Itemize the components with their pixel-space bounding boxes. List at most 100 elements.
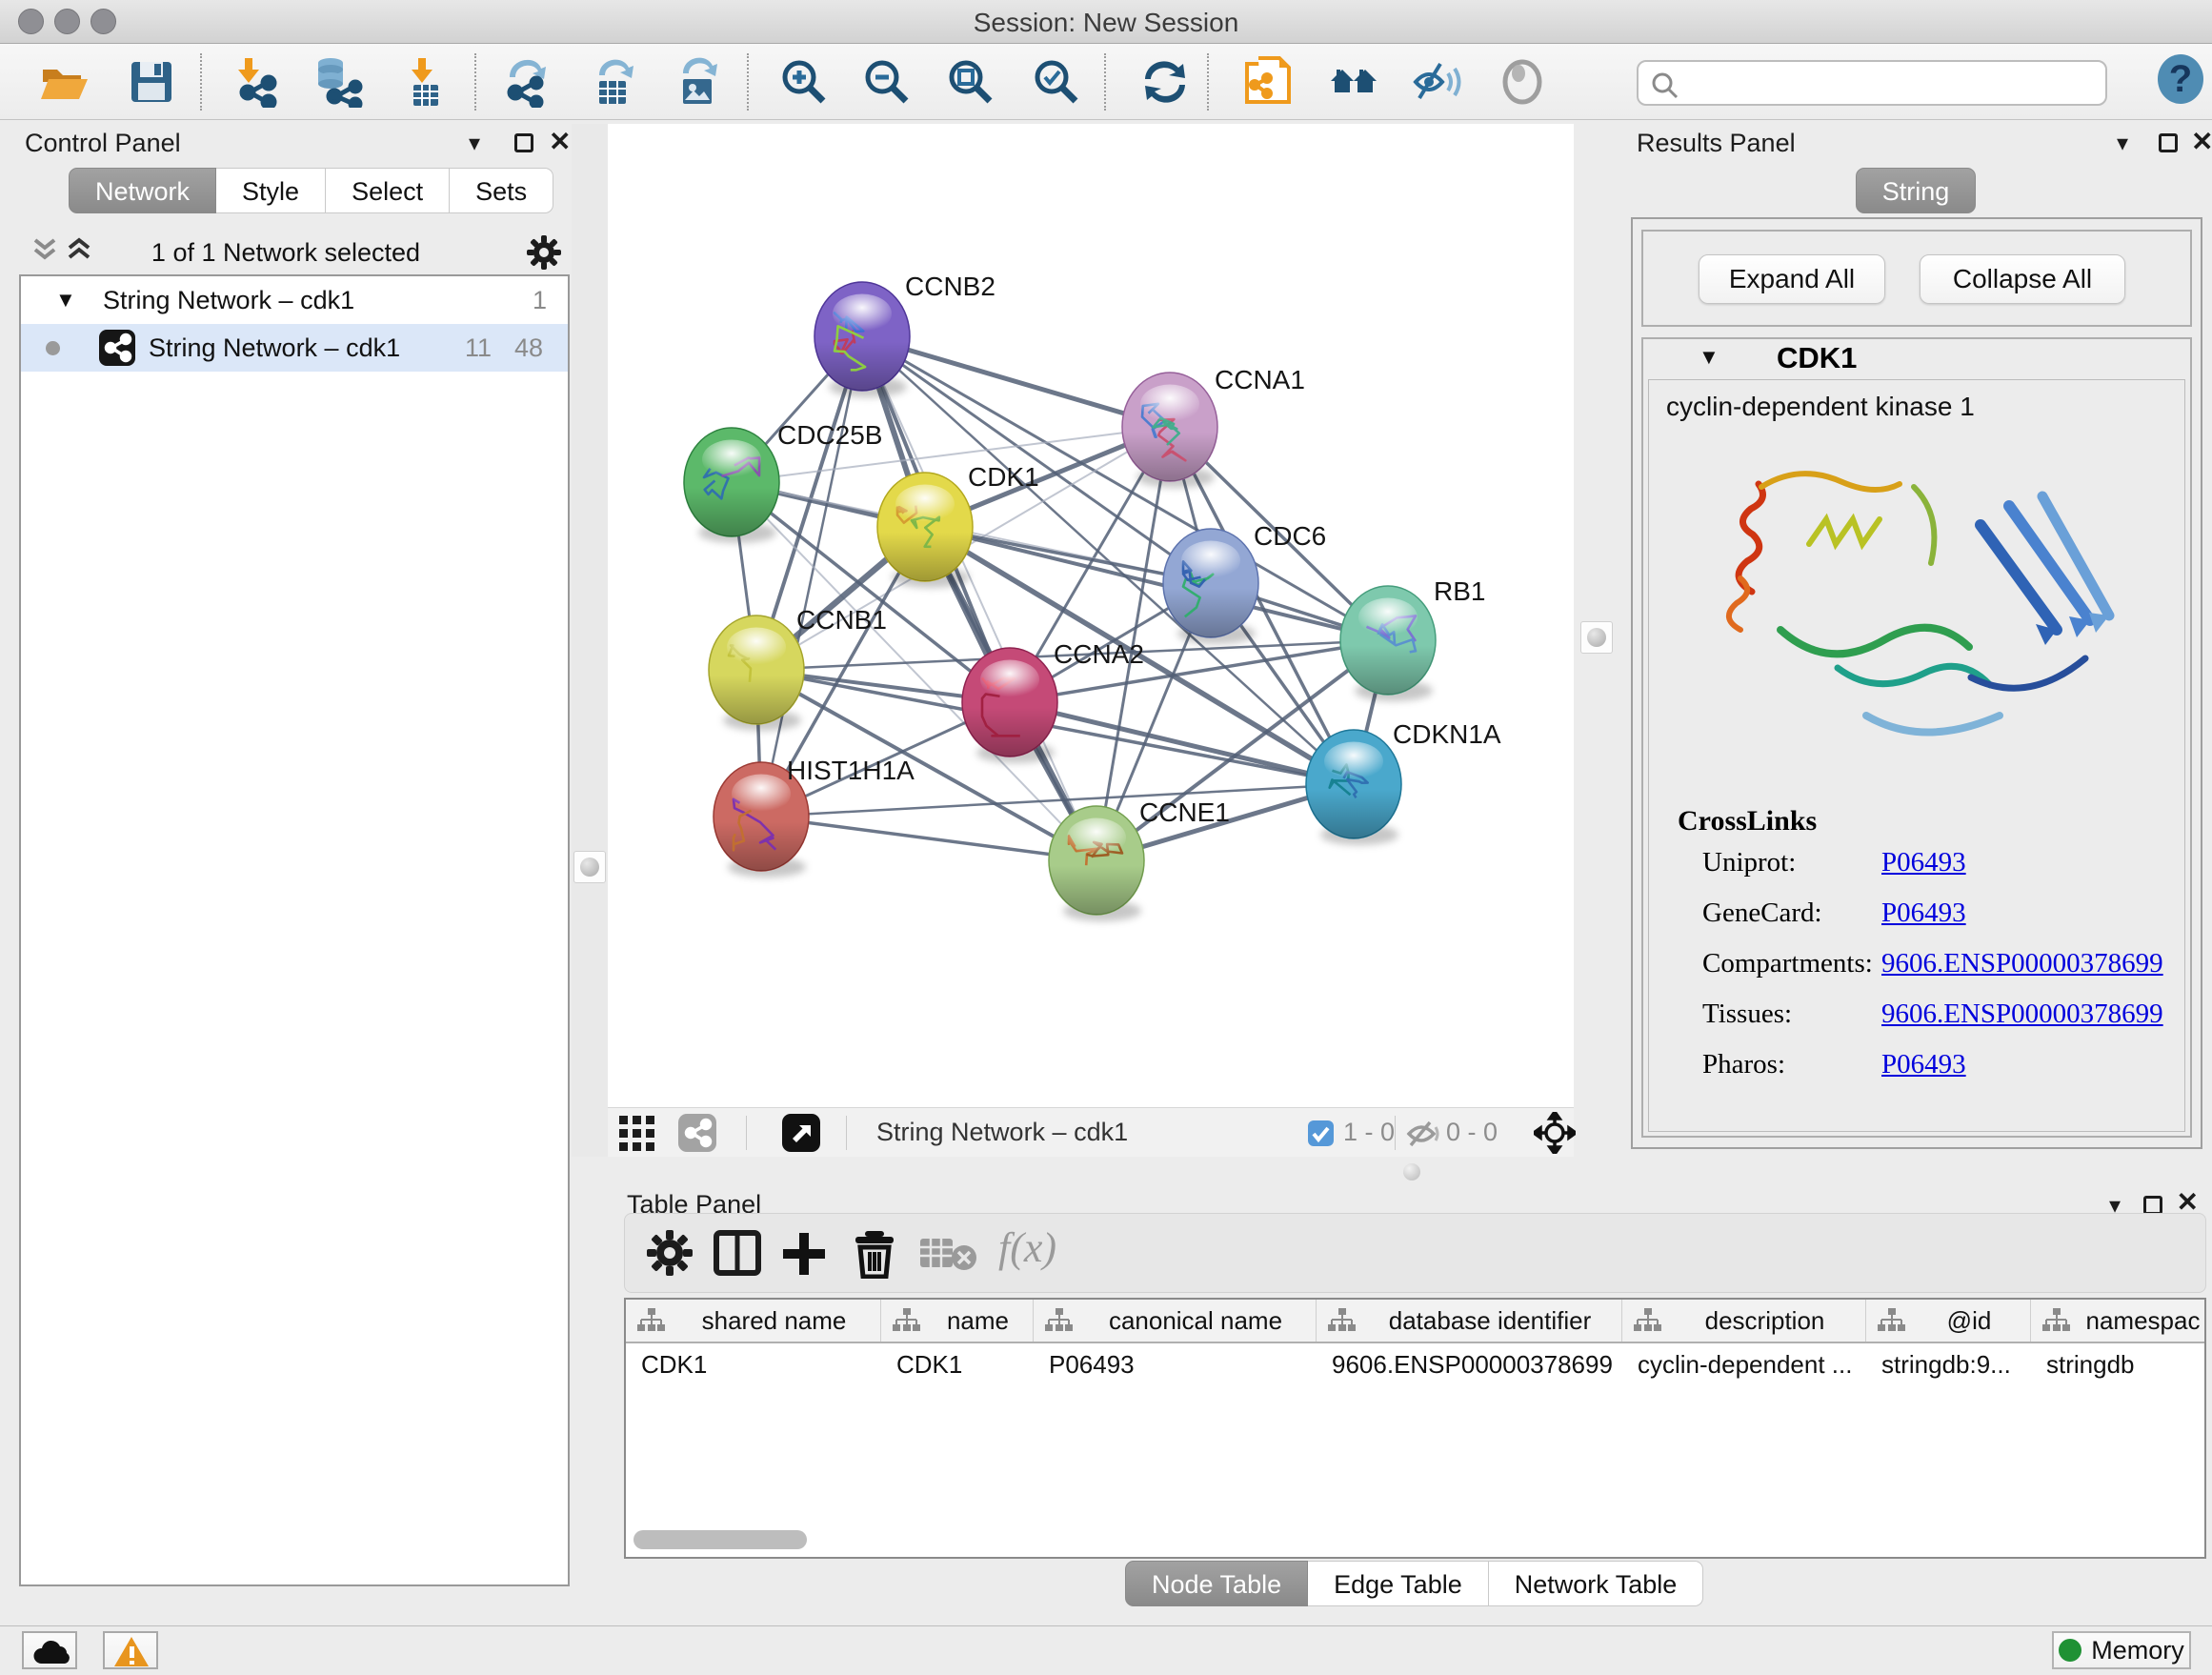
horizontal-splitter-handle[interactable] (1403, 1163, 1420, 1181)
table-cell[interactable]: stringdb:9... (1866, 1343, 2031, 1385)
center-view-icon[interactable] (1534, 1112, 1576, 1159)
table-cell[interactable]: stringdb (2031, 1343, 2206, 1385)
network-node-CCNE1[interactable] (1049, 806, 1144, 921)
table-cell[interactable]: P06493 (1034, 1343, 1317, 1385)
string-network-graph[interactable]: CCNB2CCNA1CDC25BCDK1CDC6RB1CCNB1CCNA2CDK… (608, 124, 1574, 1107)
network-edge[interactable] (1010, 702, 1354, 784)
network-options-gear-icon[interactable] (526, 234, 562, 275)
tab-style[interactable]: Style (216, 168, 326, 213)
column-header--id[interactable]: @id (1866, 1300, 2031, 1342)
column-header-database-identifier[interactable]: database identifier (1317, 1300, 1622, 1342)
network-node-RB1[interactable] (1340, 586, 1436, 701)
export-table-button[interactable] (588, 56, 639, 108)
delete-column-icon[interactable] (852, 1229, 897, 1283)
table-cell[interactable]: cyclin-dependent ... (1622, 1343, 1866, 1385)
zoom-selected-button[interactable] (1031, 56, 1082, 108)
zoom-fit-button[interactable] (945, 56, 996, 108)
network-node-CCNA1[interactable] (1122, 373, 1217, 488)
panel-close-icon[interactable]: ✕ (2191, 126, 2212, 157)
scrollbar-thumb[interactable] (633, 1530, 807, 1549)
table-cell[interactable]: CDK1 (881, 1343, 1034, 1385)
network-node-CDC6[interactable] (1163, 529, 1258, 644)
zoom-in-button[interactable] (778, 56, 830, 108)
string-view-icon[interactable] (678, 1114, 716, 1157)
panel-close-icon[interactable]: ✕ (549, 126, 571, 157)
panel-float-icon[interactable] (514, 133, 533, 152)
network-edge[interactable] (761, 817, 1096, 860)
add-column-icon[interactable] (779, 1229, 829, 1281)
expand-all-button[interactable]: Expand All (1699, 254, 1885, 304)
collection-expander-icon[interactable]: ▼ (55, 276, 76, 324)
toolbar-separator (1395, 1116, 1396, 1150)
toolbar-separator (746, 1116, 747, 1150)
refresh-view-button[interactable] (1139, 56, 1191, 108)
hide-panels-button[interactable] (1412, 56, 1463, 108)
protein-section-header[interactable]: ▼ CDK1 (1643, 339, 2190, 377)
panel-float-icon[interactable] (2159, 133, 2178, 152)
tab-network-table[interactable]: Network Table (1489, 1561, 1704, 1606)
left-splitter[interactable] (572, 124, 608, 1157)
export-image-button[interactable] (672, 56, 723, 108)
tab-select[interactable]: Select (326, 168, 450, 213)
import-network-database-button[interactable] (313, 56, 365, 108)
search-input[interactable] (1688, 64, 2088, 102)
warning-status-button[interactable] (103, 1631, 158, 1669)
network-edge[interactable] (761, 336, 862, 817)
network-node-CCNB2[interactable] (814, 282, 910, 397)
zoom-out-button[interactable] (861, 56, 913, 108)
crosslink-link[interactable]: 9606.ENSP00000378699 (1881, 999, 2163, 1030)
import-network-file-button[interactable] (231, 56, 282, 108)
horizontal-splitter[interactable] (608, 1157, 2212, 1186)
collapse-all-button[interactable]: Collapse All (1920, 254, 2125, 304)
table-row[interactable]: CDK1CDK1P064939606.ENSP00000378699cyclin… (626, 1343, 2204, 1385)
network-row[interactable]: String Network – cdk1 11 48 (21, 324, 568, 372)
detach-view-icon[interactable] (782, 1114, 820, 1157)
tab-sets[interactable]: Sets (450, 168, 553, 213)
right-splitter[interactable] (1574, 124, 1619, 1157)
column-header-namespac[interactable]: namespac (2031, 1300, 2206, 1342)
section-expander-icon[interactable]: ▼ (1699, 345, 1719, 370)
show-columns-icon[interactable] (713, 1229, 762, 1281)
network-node-CDKN1A[interactable] (1306, 730, 1401, 845)
tab-edge-table[interactable]: Edge Table (1308, 1561, 1489, 1606)
tab-node-table[interactable]: Node Table (1125, 1561, 1308, 1606)
column-header-canonical-name[interactable]: canonical name (1034, 1300, 1317, 1342)
grid-view-icon[interactable] (619, 1116, 655, 1157)
right-splitter-handle[interactable] (1580, 621, 1613, 654)
selected-checkbox-icon[interactable] (1308, 1120, 1334, 1151)
left-splitter-handle[interactable] (573, 851, 606, 883)
memory-button[interactable]: Memory (2052, 1631, 2191, 1669)
table-options-gear-icon[interactable] (646, 1229, 694, 1281)
share-document-button[interactable] (1243, 56, 1295, 108)
import-table-button[interactable] (400, 56, 452, 108)
network-node-CDC25B[interactable] (684, 428, 779, 543)
tab-network[interactable]: Network (69, 168, 216, 213)
panel-collapse-icon[interactable]: ▾ (469, 130, 480, 157)
help-button[interactable]: ? (2155, 53, 2206, 105)
node-table[interactable]: shared namenamecanonical namedatabase id… (624, 1298, 2206, 1559)
tab-string[interactable]: String (1856, 168, 1977, 213)
table-h-scrollbar[interactable] (628, 1528, 2204, 1553)
column-header-name[interactable]: name (881, 1300, 1034, 1342)
crosslink-link[interactable]: 9606.ENSP00000378699 (1881, 948, 2163, 979)
panel-collapse-icon[interactable]: ▾ (2117, 130, 2128, 157)
network-node-CCNB1[interactable] (709, 616, 804, 731)
network-node-CDK1[interactable] (877, 473, 973, 588)
crosslink-link[interactable]: P06493 (1881, 847, 1966, 878)
node-label-RB1: RB1 (1434, 576, 1485, 606)
network-collection-row[interactable]: ▼ String Network – cdk1 1 (21, 276, 568, 324)
open-session-button[interactable] (38, 56, 90, 108)
save-session-button[interactable] (126, 56, 177, 108)
export-network-button[interactable] (502, 56, 553, 108)
home-button[interactable] (1329, 56, 1380, 108)
table-cell[interactable]: 9606.ENSP00000378699 (1317, 1343, 1622, 1385)
network-canvas[interactable]: CCNB2CCNA1CDC25BCDK1CDC6RB1CCNB1CCNA2CDK… (608, 124, 1574, 1107)
column-header-shared-name[interactable]: shared name (626, 1300, 881, 1342)
cloud-status-button[interactable] (22, 1631, 77, 1669)
network-node-CCNA2[interactable] (962, 648, 1057, 763)
table-cell[interactable]: CDK1 (626, 1343, 881, 1385)
panel-float-icon[interactable] (2143, 1196, 2162, 1215)
crosslink-link[interactable]: P06493 (1881, 1049, 1966, 1080)
column-header-description[interactable]: description (1622, 1300, 1866, 1342)
crosslink-link[interactable]: P06493 (1881, 898, 1966, 929)
